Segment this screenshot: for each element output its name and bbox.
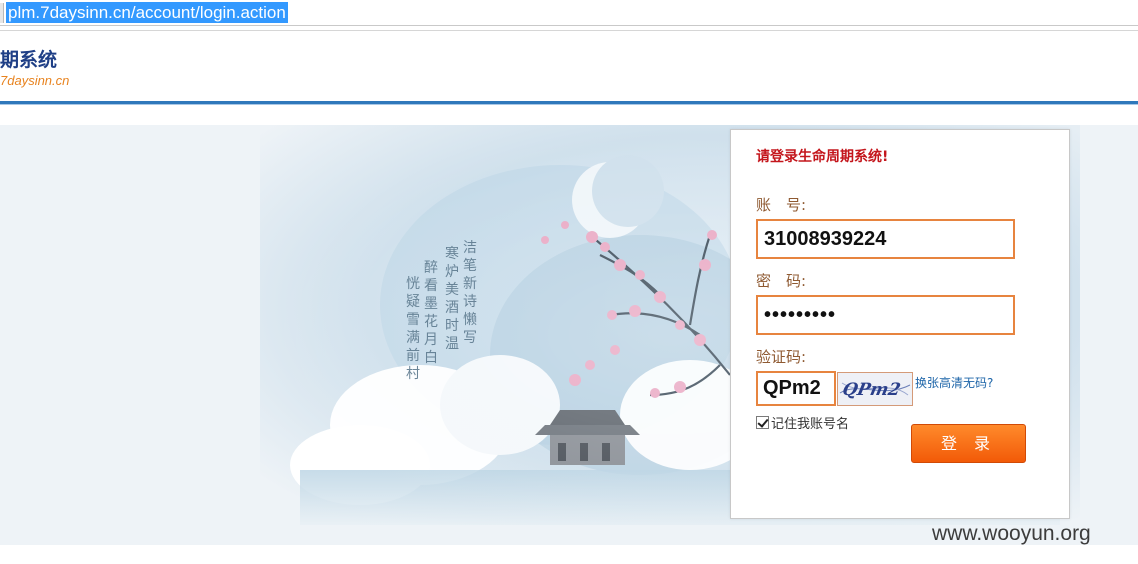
site-header: 期系统 7daysinn.cn (0, 30, 1138, 102)
poem-column-1: 洁笔新诗懒写 (463, 240, 477, 346)
password-input[interactable]: ••••••••• (756, 295, 1015, 335)
captcha-refresh-link[interactable]: 换张高清无码? (915, 374, 993, 391)
header-divider-thin (0, 104, 1138, 105)
captcha-label: 验证码: (756, 348, 807, 366)
address-bar-edge (0, 3, 4, 23)
system-title: 期系统 (0, 49, 58, 71)
captcha-image-text: QPm2 (841, 380, 903, 400)
captcha-glyphs: QPm2 (839, 380, 911, 400)
account-label: 账 号: (756, 196, 807, 214)
captcha-input[interactable]: QPm2 (756, 371, 836, 406)
url-text[interactable]: plm.7daysinn.cn/account/login.action (6, 2, 288, 23)
account-input[interactable]: 31008939224 (756, 219, 1015, 259)
remember-me[interactable]: 记住我账号名 (756, 413, 850, 432)
poem-column-3: 醉看墨花月白 (424, 260, 438, 366)
watermark: www.wooyun.org (932, 522, 1091, 545)
browser-address-bar[interactable]: plm.7daysinn.cn/account/login.action (0, 0, 1138, 26)
remember-label: 记住我账号名 (771, 416, 850, 432)
login-panel: 请登录生命周期系统! 账 号: 31008939224 密 码: •••••••… (730, 129, 1070, 519)
password-label: 密 码: (756, 272, 807, 290)
login-heading: 请登录生命周期系统! (756, 149, 889, 165)
captcha-image[interactable]: QPm2 (837, 372, 913, 406)
login-button[interactable]: 登 录 (911, 424, 1026, 463)
remember-checkbox[interactable] (756, 415, 769, 429)
poem-column-2: 寒炉美酒时温 (445, 246, 459, 352)
poem-column-4: 恍疑雪满前村 (406, 276, 420, 382)
system-domain: 7daysinn.cn (0, 73, 70, 88)
